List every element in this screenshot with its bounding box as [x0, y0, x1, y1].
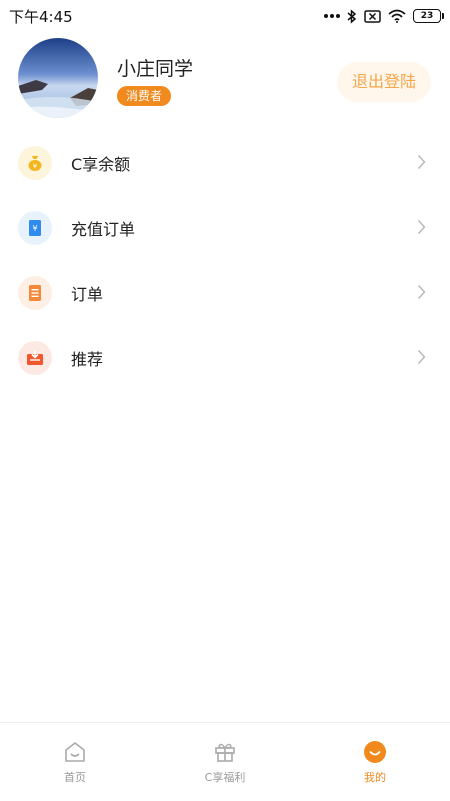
home-icon — [63, 740, 87, 764]
nav-home[interactable]: 首页 — [0, 723, 150, 801]
battery-indicator: 23 — [413, 9, 444, 23]
svg-text:¥: ¥ — [33, 162, 38, 170]
menu-label: 推荐 — [71, 349, 104, 369]
recharge-receipt-icon: ¥ — [18, 210, 52, 245]
menu-label: 订单 — [71, 284, 104, 304]
menu-label: 充值订单 — [71, 219, 136, 239]
sim-off-icon — [364, 9, 381, 23]
order-list-icon — [18, 275, 52, 310]
menu-list: ¥ C享余额 ¥ 充值订单 订单 推荐 — [0, 130, 450, 390]
money-bag-icon: ¥ — [18, 145, 52, 180]
nav-welfare[interactable]: C享福利 — [150, 723, 300, 801]
bottom-nav: 首页 C享福利 我的 — [0, 722, 450, 801]
avatar[interactable] — [18, 38, 98, 118]
nav-label: 我的 — [364, 771, 386, 784]
profile-header: 小庄同学 消费者 退出登陆 — [0, 32, 450, 132]
menu-item-balance[interactable]: ¥ C享余额 — [0, 130, 450, 195]
status-time: 下午4:45 — [9, 7, 73, 26]
gift-icon — [213, 740, 237, 764]
chevron-right-icon — [417, 154, 426, 174]
recommend-inbox-icon — [18, 340, 52, 375]
chevron-right-icon — [417, 284, 426, 304]
user-name: 小庄同学 — [117, 58, 194, 80]
wifi-icon — [388, 9, 406, 23]
menu-item-recommend[interactable]: 推荐 — [0, 325, 450, 390]
menu-item-recharge-orders[interactable]: ¥ 充值订单 — [0, 195, 450, 260]
menu-label: C享余额 — [71, 154, 131, 174]
logout-button[interactable]: 退出登陆 — [337, 62, 431, 102]
status-icons: 23 — [324, 8, 444, 24]
profile-smile-icon — [363, 740, 387, 764]
role-badge: 消费者 — [117, 86, 172, 106]
nav-label: C享福利 — [204, 771, 246, 784]
svg-text:¥: ¥ — [32, 224, 37, 233]
nav-mine[interactable]: 我的 — [300, 723, 450, 801]
nav-label: 首页 — [64, 771, 86, 784]
chevron-right-icon — [417, 219, 426, 239]
chevron-right-icon — [417, 349, 426, 369]
status-bar: 下午4:45 23 — [0, 0, 450, 32]
menu-item-orders[interactable]: 订单 — [0, 260, 450, 325]
more-dots-icon — [324, 13, 340, 19]
bluetooth-icon — [347, 8, 357, 24]
